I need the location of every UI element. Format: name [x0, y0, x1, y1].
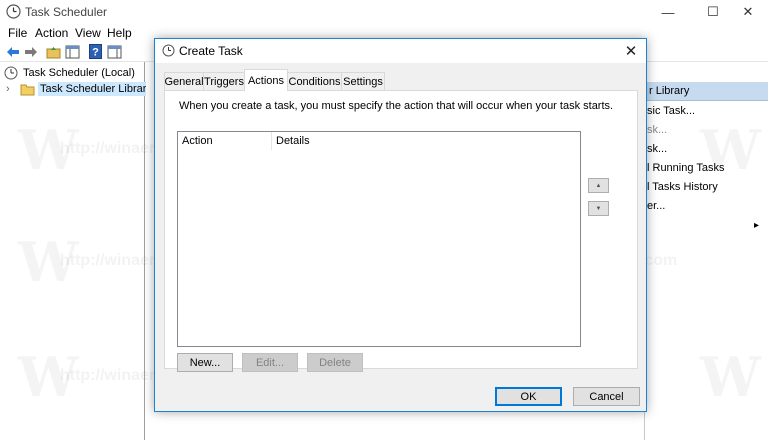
- up-folder-button[interactable]: [45, 43, 62, 60]
- forward-button[interactable]: [22, 43, 39, 60]
- actions-section-header[interactable]: r Library: [645, 82, 768, 101]
- chevron-right-icon[interactable]: ›: [6, 83, 16, 95]
- console-tree: Task Scheduler (Local) › Task Scheduler …: [0, 62, 154, 440]
- actions-pane: r Library sic Task... sk... sk... l Runn…: [644, 62, 768, 440]
- action-label: sk...: [647, 143, 668, 155]
- actions-tab-panel: When you create a task, you must specify…: [164, 90, 638, 372]
- tab-triggers[interactable]: Triggers: [203, 72, 245, 90]
- action-label: l Tasks History: [647, 181, 718, 193]
- action-label: er...: [647, 200, 666, 212]
- tab-actions[interactable]: Actions: [244, 69, 288, 91]
- ok-button[interactable]: OK: [495, 387, 562, 406]
- move-up-button[interactable]: ▲: [588, 178, 609, 193]
- task-scheduler-icon: [162, 44, 175, 57]
- svg-text:?: ?: [92, 47, 99, 59]
- action-label: l Running Tasks: [647, 162, 725, 174]
- tab-label: Conditions: [288, 75, 341, 88]
- tree-item-label: Task Scheduler Library: [38, 82, 154, 96]
- tree-item-label: Task Scheduler (Local): [23, 67, 135, 79]
- menu-help[interactable]: Help: [107, 26, 132, 40]
- console-tree-icon: [65, 45, 80, 58]
- help-icon: ?: [89, 44, 102, 59]
- close-icon: ✕: [742, 4, 754, 19]
- cancel-button[interactable]: Cancel: [573, 387, 640, 406]
- button-label: Delete: [319, 356, 351, 369]
- maximize-button[interactable]: ☐: [693, 0, 733, 24]
- column-label: Details: [276, 135, 310, 147]
- close-button[interactable]: ✕: [728, 0, 768, 24]
- tab-label: Actions: [247, 74, 285, 87]
- arrow-up-icon: ▲: [595, 182, 602, 189]
- action-label: sic Task...: [647, 105, 696, 117]
- actions-section-title: r Library: [649, 85, 690, 97]
- column-header-details[interactable]: Details: [272, 132, 572, 150]
- folder-icon: [20, 84, 35, 95]
- delete-action-button[interactable]: Delete: [307, 353, 363, 372]
- tab-general[interactable]: General: [164, 72, 204, 90]
- close-icon: ✕: [624, 43, 638, 60]
- dialog-close-button[interactable]: ✕: [616, 39, 646, 63]
- button-label: Cancel: [589, 390, 624, 403]
- button-label: New...: [189, 356, 221, 369]
- menu-action[interactable]: Action: [35, 26, 68, 40]
- action-label: sk...: [647, 124, 668, 136]
- main-title-bar: Task Scheduler — ☐ ✕: [0, 0, 768, 24]
- edit-action-button[interactable]: Edit...: [242, 353, 298, 372]
- new-action-button[interactable]: New...: [177, 353, 233, 372]
- minimize-button[interactable]: —: [648, 0, 688, 24]
- action-import-task[interactable]: sk...: [645, 143, 768, 160]
- tab-label: General: [164, 75, 204, 88]
- tab-settings[interactable]: Settings: [341, 72, 385, 90]
- minimize-icon: —: [661, 4, 675, 20]
- action-pane-icon: [107, 45, 122, 58]
- column-header-action[interactable]: Action: [178, 132, 271, 150]
- actions-list[interactable]: Action Details: [177, 131, 581, 347]
- create-task-dialog: Create Task ✕ General Triggers Actions C…: [154, 38, 647, 412]
- actions-description: When you create a task, you must specify…: [179, 100, 614, 112]
- back-button[interactable]: [4, 43, 21, 60]
- column-label: Action: [182, 135, 213, 147]
- action-create-task[interactable]: sk...: [645, 124, 768, 141]
- button-label: Edit...: [255, 356, 285, 369]
- menu-view[interactable]: View: [75, 26, 101, 40]
- expand-arrow-icon[interactable]: ▸: [754, 220, 759, 231]
- forward-arrow-icon: [24, 46, 37, 57]
- task-scheduler-icon: [6, 4, 21, 19]
- tab-label: Triggers: [204, 75, 244, 88]
- tab-conditions[interactable]: Conditions: [287, 72, 342, 90]
- dialog-title: Create Task: [179, 44, 243, 58]
- task-scheduler-icon: [4, 66, 18, 80]
- tree-item-task-scheduler-local[interactable]: Task Scheduler (Local): [4, 65, 137, 81]
- folder-up-icon: [46, 46, 61, 58]
- action-new-folder[interactable]: er...: [645, 200, 768, 217]
- tab-label: Settings: [343, 75, 383, 88]
- help-button[interactable]: ?: [87, 43, 104, 60]
- arrow-down-icon: ▼: [595, 205, 602, 212]
- show-hide-action-pane-button[interactable]: [106, 43, 123, 60]
- action-display-running-tasks[interactable]: l Running Tasks: [645, 162, 768, 179]
- button-label: OK: [520, 390, 537, 403]
- window-title: Task Scheduler: [25, 5, 108, 19]
- action-create-basic-task[interactable]: sic Task...: [645, 105, 768, 122]
- maximize-icon: ☐: [707, 4, 719, 19]
- move-down-button[interactable]: ▼: [588, 201, 609, 216]
- tree-item-task-scheduler-library[interactable]: › Task Scheduler Library: [6, 81, 154, 97]
- back-arrow-icon: [6, 46, 19, 57]
- action-enable-tasks-history[interactable]: l Tasks History: [645, 181, 768, 198]
- dialog-title-bar: Create Task ✕: [155, 39, 646, 63]
- show-hide-console-tree-button[interactable]: [64, 43, 81, 60]
- menu-file[interactable]: File: [8, 26, 27, 40]
